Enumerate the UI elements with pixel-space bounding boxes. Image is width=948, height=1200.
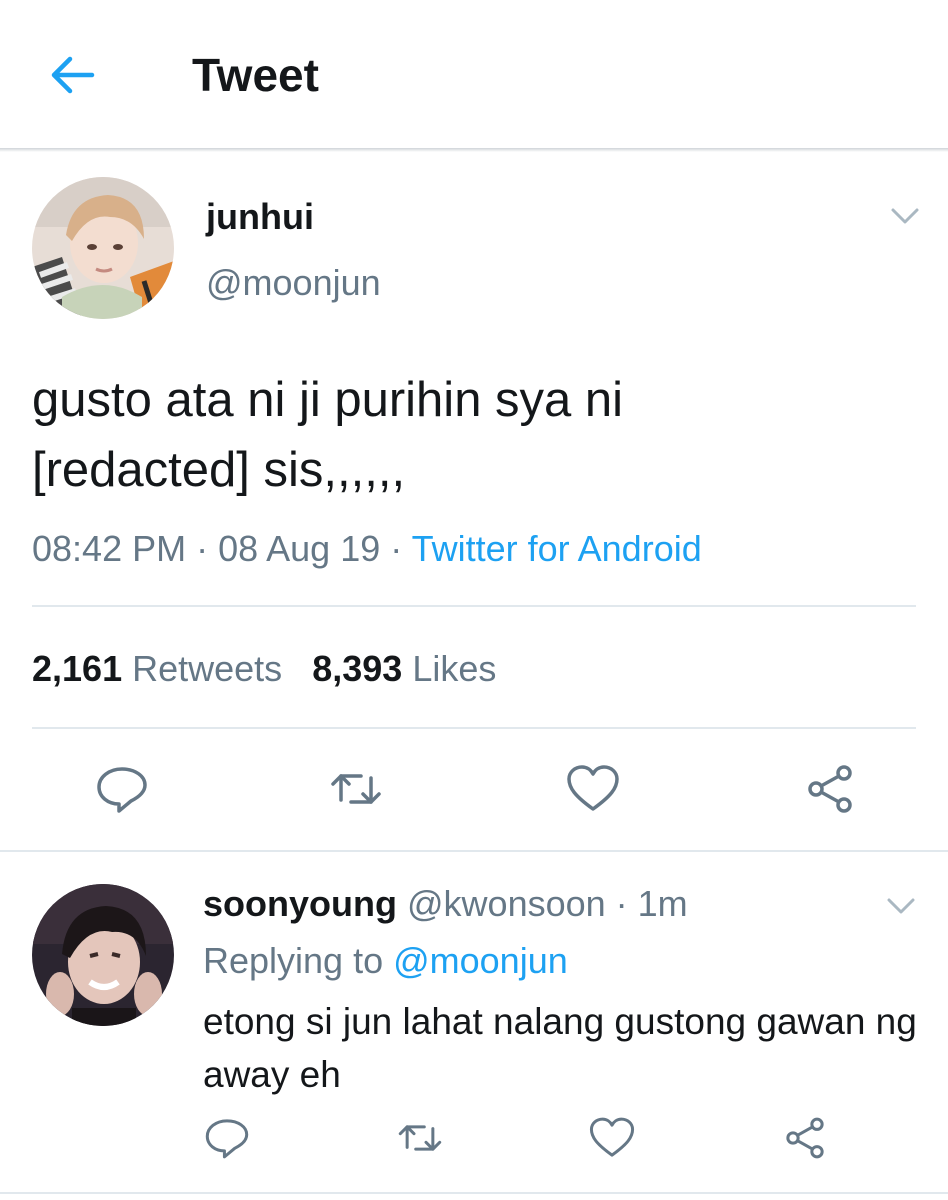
reply-text: etong si jun lahat nalang gustong gawan … bbox=[203, 1001, 917, 1095]
avatar[interactable] bbox=[32, 177, 174, 319]
author-handle[interactable]: @moonjun bbox=[206, 262, 381, 304]
tweet-stats: 2,161 Retweets 8,393 Likes bbox=[32, 648, 496, 690]
header-shadow bbox=[0, 148, 948, 152]
arrow-left-icon[interactable] bbox=[46, 50, 100, 100]
avatar[interactable] bbox=[32, 884, 174, 1026]
chevron-down-icon[interactable] bbox=[886, 896, 916, 916]
likes-label[interactable]: Likes bbox=[412, 648, 496, 689]
tweet-text-line-2: [redacted] sis,,,,,, bbox=[32, 443, 406, 497]
author-name[interactable]: junhui bbox=[206, 196, 314, 238]
like-icon[interactable] bbox=[565, 764, 621, 814]
like-icon[interactable] bbox=[588, 1116, 644, 1166]
chevron-down-icon[interactable] bbox=[890, 206, 920, 226]
tweet-text: gusto ata ni ji purihin sya ni [redacted… bbox=[32, 365, 892, 505]
replying-label: Replying to bbox=[203, 940, 394, 981]
divider bbox=[32, 605, 916, 607]
share-icon[interactable] bbox=[802, 764, 858, 814]
tweet-text-line-1: gusto ata ni ji purihin sya ni bbox=[32, 373, 624, 427]
top-app-bar bbox=[0, 0, 948, 148]
replying-to: Replying to @moonjun bbox=[203, 940, 568, 982]
tweet-meta: 08:42 PM · 08 Aug 19 · Twitter for Andro… bbox=[32, 528, 702, 570]
share-icon[interactable] bbox=[781, 1116, 837, 1166]
tweet-date: 08 Aug 19 bbox=[218, 528, 381, 569]
reply-age: 1m bbox=[637, 883, 688, 924]
replying-handle-link[interactable]: @moonjun bbox=[393, 940, 568, 981]
divider bbox=[0, 850, 948, 852]
meta-separator: · bbox=[605, 883, 638, 924]
reply-icon[interactable] bbox=[203, 1116, 259, 1166]
reply-author-name[interactable]: soonyoung bbox=[203, 883, 397, 924]
retweets-count[interactable]: 2,161 bbox=[32, 648, 122, 689]
page-title: Tweet bbox=[192, 49, 319, 101]
retweets-label[interactable]: Retweets bbox=[132, 648, 282, 689]
retweet-icon[interactable] bbox=[396, 1116, 452, 1166]
tweet-source-link[interactable]: Twitter for Android bbox=[412, 528, 702, 569]
reply-header: soonyoung @kwonsoon · 1m bbox=[203, 883, 688, 925]
reply-author-handle[interactable]: @kwonsoon bbox=[407, 883, 606, 924]
likes-count[interactable]: 8,393 bbox=[312, 648, 402, 689]
reply-icon[interactable] bbox=[94, 764, 150, 814]
retweet-icon[interactable] bbox=[328, 764, 384, 814]
meta-separator: · bbox=[186, 528, 219, 569]
divider bbox=[0, 1192, 948, 1194]
tweet-time: 08:42 PM bbox=[32, 528, 187, 569]
divider bbox=[32, 727, 916, 729]
meta-separator: · bbox=[380, 528, 412, 569]
